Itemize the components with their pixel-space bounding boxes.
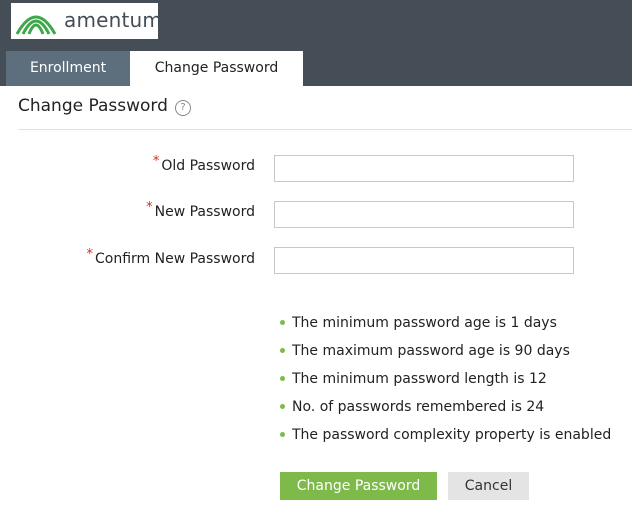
password-policy-list: The minimum password age is 1 days The m… [280,314,611,454]
bullet-icon [280,375,285,381]
brand-name: amentum [64,8,163,32]
new-password-label: * New Password [146,200,255,220]
policy-item-text: No. of passwords remembered is 24 [292,399,545,415]
bullet-icon [280,431,285,437]
confirm-password-label-text: Confirm New Password [94,251,255,267]
bullet-icon [280,319,285,325]
new-password-label-text: New Password [154,204,255,220]
policy-item-text: The minimum password age is 1 days [292,315,557,331]
tab-enrollment[interactable]: Enrollment [6,51,130,86]
confirm-password-input[interactable] [274,247,574,274]
help-icon[interactable]: ? [175,100,191,116]
brand-logo[interactable]: amentum [11,3,162,39]
title-divider [18,129,632,130]
policy-item: The maximum password age is 90 days [280,342,611,370]
policy-item-text: The minimum password length is 12 [292,371,547,387]
old-password-label-text: Old Password [161,158,255,174]
tab-change-password[interactable]: Change Password [130,51,303,86]
new-password-input[interactable] [274,201,574,228]
policy-item: The minimum password age is 1 days [280,314,611,342]
cancel-button[interactable]: Cancel [448,472,529,500]
top-header-bar: amentum Enrollment Change Password [0,0,632,86]
policy-item: The password complexity property is enab… [280,426,611,454]
required-mark: * [86,247,93,262]
required-mark: * [152,154,160,169]
old-password-input[interactable] [274,155,574,182]
confirm-password-label: * Confirm New Password [86,247,255,267]
policy-item: No. of passwords remembered is 24 [280,398,611,426]
required-mark: * [146,200,153,215]
page-title: Change Password [18,96,168,116]
change-password-button[interactable]: Change Password [280,472,437,500]
bullet-icon [280,403,285,409]
policy-item-text: The password complexity property is enab… [292,427,612,443]
amentum-logo-icon [15,15,57,35]
old-password-label: * Old Password [153,154,255,174]
bullet-icon [280,347,285,353]
policy-item: The minimum password length is 12 [280,370,611,398]
policy-item-text: The maximum password age is 90 days [292,343,570,359]
